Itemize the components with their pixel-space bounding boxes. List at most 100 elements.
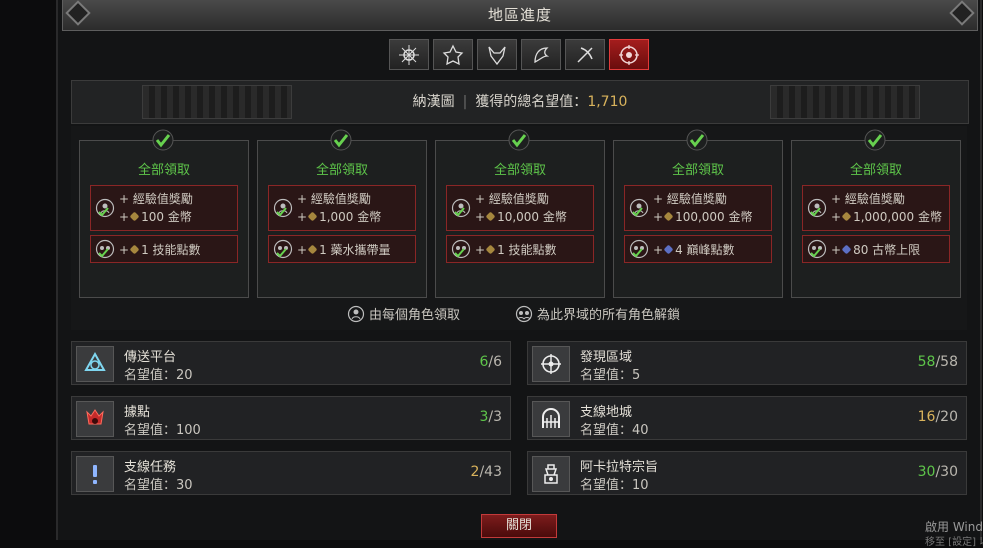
windows-activation-line2: 移至 [設定] 以 <box>925 537 983 548</box>
side-quest-icon <box>93 465 97 484</box>
progress-current: 58 <box>917 354 936 370</box>
account-wide-icon <box>451 239 471 259</box>
per-character-icon <box>347 305 365 322</box>
title-ornament-left <box>65 0 91 26</box>
plus-sign: + <box>653 210 664 224</box>
reward-legend: 由每個角色領取 為此界域的所有角色解鎖 <box>71 304 967 326</box>
gold-reward-text: 100,000 金幣 <box>675 210 753 224</box>
region-banner: 納漢圖 | 獲得的總名望值：1,710 <box>71 80 969 124</box>
region-6-emblem-icon <box>619 44 639 65</box>
category-progress: 6/6 <box>479 354 502 370</box>
title-bar: 地區進度 <box>62 0 978 31</box>
renown-category-row[interactable]: 據點 名望值：100 3/3 <box>71 396 511 440</box>
stronghold-icon <box>86 409 104 425</box>
gold-reward: +10,000 金幣 <box>475 208 567 225</box>
plus-sign: + <box>475 210 486 224</box>
plus-sign: + <box>119 210 130 224</box>
category-name: 支線任務 <box>124 460 177 475</box>
legend-account-wide-text: 為此界域的所有角色解鎖 <box>537 308 681 323</box>
plus-sign: + <box>297 210 308 224</box>
progress-current: 16 <box>917 409 936 425</box>
category-icon-frame <box>532 401 570 437</box>
per-character-icon <box>95 198 115 218</box>
reward-box-bonus: +80 古幣上限 <box>802 235 950 263</box>
tab-region-6[interactable] <box>609 39 649 70</box>
account-wide-icon <box>273 239 293 259</box>
renown-category-row[interactable]: 發現區域 名望值：5 58/58 <box>527 341 967 385</box>
gold-reward: +1,000,000 金幣 <box>831 208 942 225</box>
reward-tier: 全部領取 + 經驗值獎勵 +1,000 金幣 +1 藥水攜帶量 <box>257 129 427 298</box>
bonus-icon <box>307 244 318 255</box>
reward-box-gold: + 經驗值獎勵 +100,000 金幣 <box>624 185 772 231</box>
category-renown: 名望值：10 <box>580 478 649 493</box>
category-progress: 58/58 <box>918 354 958 370</box>
claim-all-button[interactable]: 全部領取 <box>792 159 960 178</box>
category-name: 傳送平台 <box>124 350 177 365</box>
tab-region-1[interactable] <box>389 39 429 70</box>
tab-region-4[interactable] <box>521 39 561 70</box>
gold-icon <box>129 211 140 222</box>
gold-icon <box>485 211 496 222</box>
renown-category-row[interactable]: 支線任務 名望值：30 2/43 <box>71 451 511 495</box>
bonus-reward: +4 巔峰點數 <box>653 241 735 258</box>
progress-total: /20 <box>935 409 958 425</box>
dungeon-gate-icon <box>542 408 560 428</box>
dialog-title: 地區進度 <box>487 6 552 24</box>
progress-total: /3 <box>488 409 502 425</box>
region-3-emblem-icon <box>488 46 506 65</box>
bonus-reward: +1 藥水攜帶量 <box>297 241 391 258</box>
account-wide-icon <box>807 239 827 259</box>
bonus-icon <box>485 244 496 255</box>
plus-sign: + <box>119 243 130 257</box>
category-renown: 名望值：30 <box>124 478 193 493</box>
legend-account-wide: 為此界域的所有角色解鎖 <box>515 304 680 323</box>
title-ornament-right <box>949 0 975 26</box>
reward-tier: 全部領取 + 經驗值獎勵 +10,000 金幣 +1 技能點數 <box>435 129 605 298</box>
tab-region-3[interactable] <box>477 39 517 70</box>
gold-reward-text: 1,000 金幣 <box>319 210 382 224</box>
category-renown: 名望值：20 <box>124 368 193 383</box>
account-wide-icon <box>629 239 649 259</box>
gold-icon <box>307 211 318 222</box>
plus-sign: + <box>297 243 308 257</box>
reward-box-bonus: +1 技能點數 <box>90 235 238 263</box>
progress-total: /6 <box>488 354 502 370</box>
xp-reward: + 經驗值獎勵 <box>297 192 371 206</box>
renown-category-row[interactable]: 阿卡拉特宗旨 名望值：10 30/30 <box>527 451 967 495</box>
close-button[interactable]: 關閉 <box>481 514 557 538</box>
category-icon-frame <box>76 346 114 382</box>
tab-region-2[interactable] <box>433 39 473 70</box>
per-character-icon <box>273 198 293 218</box>
gold-reward: +1,000 金幣 <box>297 208 381 225</box>
account-wide-icon <box>95 239 115 259</box>
renown-category-row[interactable]: 支線地城 名望值：40 16/20 <box>527 396 967 440</box>
xp-reward: + 經驗值獎勵 <box>831 192 905 206</box>
category-name: 阿卡拉特宗旨 <box>580 460 659 475</box>
gold-reward-text: 1,000,000 金幣 <box>853 210 942 224</box>
reward-box-gold: + 經驗值獎勵 +100 金幣 <box>90 185 238 231</box>
bonus-reward-text: 1 藥水攜帶量 <box>319 243 391 257</box>
progress-total: /30 <box>935 464 958 480</box>
category-renown: 名望值：100 <box>124 423 201 438</box>
reward-tier: 全部領取 + 經驗值獎勵 +100 金幣 +1 技能點數 <box>79 129 249 298</box>
claim-all-button[interactable]: 全部領取 <box>436 159 604 178</box>
category-icon-frame <box>532 456 570 492</box>
claim-all-button[interactable]: 全部領取 <box>80 159 248 178</box>
region-tabs <box>389 39 649 70</box>
gold-icon <box>663 211 674 222</box>
bonus-icon <box>129 244 140 255</box>
category-name: 據點 <box>124 405 151 420</box>
claim-all-button[interactable]: 全部領取 <box>614 159 782 178</box>
region-4-emblem-icon <box>534 46 550 63</box>
gold-reward: +100 金幣 <box>119 208 192 225</box>
bonus-reward-text: 80 古幣上限 <box>853 243 921 257</box>
checkmark-icon <box>152 129 174 151</box>
plus-sign: + <box>653 243 664 257</box>
tab-region-5[interactable] <box>565 39 605 70</box>
claim-all-button[interactable]: 全部領取 <box>258 159 426 178</box>
bonus-icon <box>663 244 674 255</box>
category-renown: 名望值：5 <box>580 368 641 383</box>
per-character-icon <box>807 198 827 218</box>
reward-box-bonus: +4 巔峰點數 <box>624 235 772 263</box>
renown-category-row[interactable]: 傳送平台 名望值：20 6/6 <box>71 341 511 385</box>
